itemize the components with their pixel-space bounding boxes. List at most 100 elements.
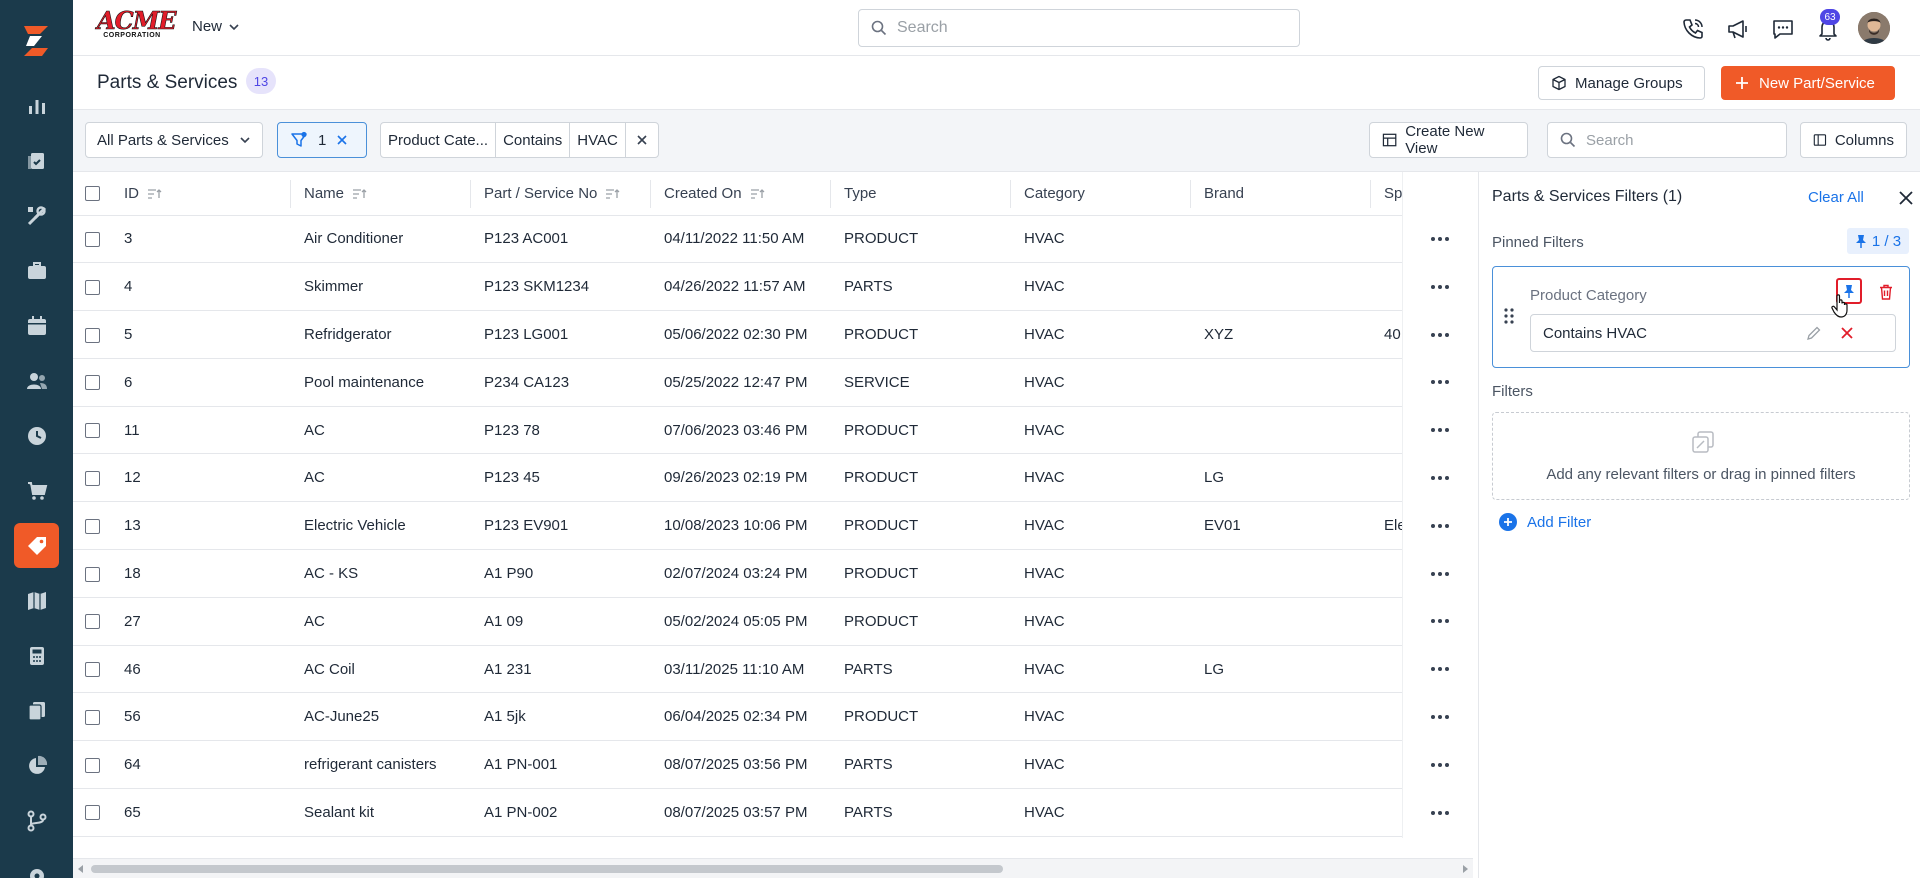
sort-icon[interactable] [147, 188, 163, 200]
row-more-icon[interactable] [1429, 229, 1451, 249]
manage-groups-button[interactable]: Manage Groups [1538, 66, 1705, 100]
row-checkbox[interactable] [85, 709, 100, 725]
nav-reports[interactable] [14, 83, 59, 128]
avatar[interactable] [1858, 12, 1890, 44]
nav-calendar[interactable] [14, 303, 59, 348]
table-row[interactable]: 65 Sealant kit A1 PN-002 08/07/2025 03:57 P… [73, 788, 1473, 837]
filter-chip-operator[interactable]: Contains [496, 123, 571, 157]
row-select-cell[interactable] [73, 501, 111, 551]
nav-estimates[interactable] [14, 248, 59, 293]
new-part-service-button[interactable]: New Part/Service [1721, 66, 1895, 100]
row-select-cell[interactable] [73, 549, 111, 598]
column-header-brand[interactable]: Brand [1191, 172, 1371, 216]
cell-name[interactable]: Air Conditioner [291, 215, 471, 264]
table-row[interactable]: 27 AC A1 09 05/02/2024 05:05 PM PRODUCT HVAC [73, 597, 1473, 646]
cell-name[interactable]: Sealant kit [291, 788, 471, 837]
table-row[interactable]: 3 Air Conditioner P123 AC001 04/11/2022 11:… [73, 215, 1473, 264]
row-select-cell[interactable] [73, 788, 111, 837]
row-checkbox[interactable] [85, 470, 100, 486]
sort-icon[interactable] [605, 188, 621, 200]
column-header-part-no[interactable]: Part / Service No [471, 172, 651, 216]
cell-name[interactable]: AC [291, 406, 471, 455]
row-checkbox[interactable] [85, 566, 100, 582]
view-select[interactable]: All Parts & Services [85, 122, 263, 158]
nav-tools[interactable] [14, 193, 59, 238]
row-more-icon[interactable] [1429, 564, 1451, 584]
brand-logo[interactable]: ACME CORPORATION [97, 8, 177, 43]
filter-drop-zone[interactable]: Add any relevant filters or drag in pinn… [1492, 412, 1910, 500]
cell-name[interactable]: AC - KS [291, 549, 471, 598]
row-checkbox[interactable] [85, 231, 100, 247]
filter-chip-remove[interactable] [626, 123, 658, 157]
cell-name[interactable]: AC Coil [291, 645, 471, 694]
column-header-name[interactable]: Name [291, 172, 471, 216]
row-checkbox[interactable] [85, 757, 100, 773]
table-row[interactable]: 64 refrigerant canisters A1 PN-001 08/07/20… [73, 740, 1473, 790]
row-select-cell[interactable] [73, 597, 111, 646]
close-icon[interactable] [336, 134, 348, 146]
row-select-cell[interactable] [73, 692, 111, 742]
cell-name[interactable]: AC [291, 453, 471, 503]
cell-name[interactable]: Electric Vehicle [291, 501, 471, 551]
cell-name[interactable]: refrigerant canisters [291, 740, 471, 790]
cell-name[interactable]: Pool maintenance [291, 358, 471, 407]
column-header-type[interactable]: Type [831, 172, 1011, 216]
row-checkbox[interactable] [85, 805, 100, 821]
scroll-right-icon[interactable] [1461, 865, 1469, 873]
column-header-created-on[interactable]: Created On [651, 172, 831, 216]
row-more-icon[interactable] [1429, 803, 1451, 823]
filter-chip[interactable]: Product Cate... Contains HVAC [380, 122, 659, 158]
chat-icon[interactable] [1770, 16, 1796, 42]
row-checkbox[interactable] [85, 614, 100, 630]
nav-analytics[interactable] [14, 743, 59, 788]
row-more-icon[interactable] [1429, 611, 1451, 631]
nav-settings[interactable] [14, 853, 59, 878]
nav-customers[interactable] [14, 358, 59, 403]
logo-icon[interactable] [16, 20, 56, 60]
row-select-cell[interactable] [73, 358, 111, 407]
table-search[interactable] [1547, 122, 1787, 158]
pencil-icon[interactable] [1806, 325, 1822, 341]
table-row[interactable]: 46 AC Coil A1 231 03/11/2025 11:10 AM PARTS H… [73, 645, 1473, 694]
active-filters-button[interactable]: 1 [277, 122, 367, 158]
filter-chip-value[interactable]: HVAC [570, 123, 626, 157]
nav-timesheets[interactable] [14, 413, 59, 458]
row-select-cell[interactable] [73, 453, 111, 503]
scrollbar-thumb[interactable] [91, 865, 1003, 873]
megaphone-icon[interactable] [1725, 16, 1751, 42]
row-more-icon[interactable] [1429, 707, 1451, 727]
global-search[interactable] [858, 9, 1300, 47]
filter-chip-field[interactable]: Product Cate... [381, 123, 497, 157]
new-menu-button[interactable]: New [192, 18, 240, 35]
nav-workflow[interactable] [14, 798, 59, 843]
cell-name[interactable]: Refridgerator [291, 310, 471, 359]
sort-icon[interactable] [352, 188, 368, 200]
nav-parts-services[interactable] [14, 523, 59, 568]
nav-map[interactable] [14, 578, 59, 623]
nav-jobs[interactable] [14, 138, 59, 183]
close-icon[interactable] [1897, 189, 1915, 207]
row-more-icon[interactable] [1429, 420, 1451, 440]
row-checkbox[interactable] [85, 375, 100, 391]
add-filter-button[interactable]: Add Filter [1499, 513, 1591, 531]
clear-all-link[interactable]: Clear All [1808, 189, 1864, 206]
cell-name[interactable]: Skimmer [291, 262, 471, 312]
scroll-left-icon[interactable] [77, 865, 85, 873]
header-select-all[interactable] [73, 172, 111, 216]
column-header-id[interactable]: ID [111, 172, 291, 216]
row-select-cell[interactable] [73, 215, 111, 264]
nav-calculator[interactable] [14, 633, 59, 678]
close-icon[interactable] [1839, 325, 1855, 341]
table-row[interactable]: 56 AC-June25 A1 5jk 06/04/2025 02:34 PM PROD… [73, 692, 1473, 742]
nav-documents[interactable] [14, 688, 59, 733]
horizontal-scrollbar[interactable] [73, 858, 1473, 878]
table-row[interactable]: 4 Skimmer P123 SKM1234 04/26/2022 11:57 AM P… [73, 262, 1473, 312]
row-select-cell[interactable] [73, 310, 111, 359]
global-search-input[interactable] [897, 19, 1277, 37]
drag-handle-icon[interactable] [1503, 307, 1515, 325]
table-row[interactable]: 6 Pool maintenance P234 CA123 05/25/2022 12… [73, 358, 1473, 407]
columns-button[interactable]: Columns [1800, 122, 1907, 158]
table-row[interactable]: 5 Refridgerator P123 LG001 05/06/2022 02:30… [73, 310, 1473, 359]
trash-icon[interactable] [1877, 283, 1895, 301]
row-select-cell[interactable] [73, 262, 111, 312]
